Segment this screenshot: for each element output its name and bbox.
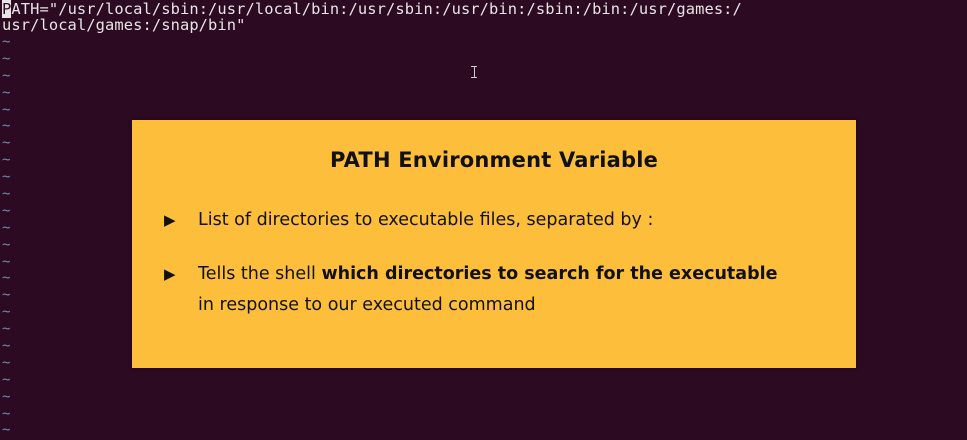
empty-line-tilde: ~ <box>2 236 11 253</box>
empty-line-tilde: ~ <box>2 67 11 84</box>
bullet-text-2: Tells the shell which directories to sea… <box>198 260 777 288</box>
empty-line-tilde: ~ <box>2 354 11 371</box>
empty-line-tilde: ~ <box>2 152 11 169</box>
bullet-arrow-icon: ▶ <box>164 211 176 229</box>
bullet-arrow-icon: ▶ <box>164 265 176 283</box>
empty-line-tilde: ~ <box>2 169 11 186</box>
terminal-window[interactable]: PATH="/usr/local/sbin:/usr/local/bin:/us… <box>0 0 967 440</box>
empty-line-tilde: ~ <box>2 422 11 439</box>
empty-line-tilde: ~ <box>2 135 11 152</box>
empty-line-tilde: ~ <box>2 388 11 405</box>
empty-line-tilde: ~ <box>2 50 11 67</box>
empty-line-markers: ~ ~ ~ ~ ~ ~ ~ ~ ~ ~ ~ ~ ~ ~ ~ ~ ~ ~ ~ ~ ~ ~ ~ ~ <box>2 34 22 439</box>
empty-line-tilde: ~ <box>2 84 11 101</box>
empty-line-tilde: ~ <box>2 304 11 321</box>
bullet-text-2-prefix: Tells the shell <box>198 264 322 284</box>
empty-line-tilde: ~ <box>2 118 11 135</box>
empty-line-tilde: ~ <box>2 101 11 118</box>
path-line-2: usr/local/games:/snap/bin" <box>2 16 246 34</box>
bullet-text-1: List of directories to executable files,… <box>198 210 654 230</box>
info-slide-overlay: PATH Environment Variable ▶ List of dire… <box>132 120 856 368</box>
empty-line-tilde: ~ <box>2 371 11 388</box>
empty-line-tilde: ~ <box>2 405 11 422</box>
slide-title: PATH Environment Variable <box>329 148 659 172</box>
empty-line-tilde: ~ <box>2 253 11 270</box>
empty-line-tilde: ~ <box>2 186 11 203</box>
empty-line-tilde: ~ <box>2 287 11 304</box>
empty-line-tilde: ~ <box>2 338 11 355</box>
empty-line-tilde: ~ <box>2 219 11 236</box>
bullet-text-2-continuation: in response to our executed command <box>198 295 536 315</box>
empty-line-tilde: ~ <box>2 270 11 287</box>
ibeam-cursor-icon <box>471 66 477 78</box>
bullet-text-2-bold: which directories to search for the exec… <box>321 264 778 284</box>
empty-line-tilde: ~ <box>2 321 11 338</box>
empty-line-tilde: ~ <box>2 202 11 219</box>
empty-line-tilde: ~ <box>2 34 11 50</box>
